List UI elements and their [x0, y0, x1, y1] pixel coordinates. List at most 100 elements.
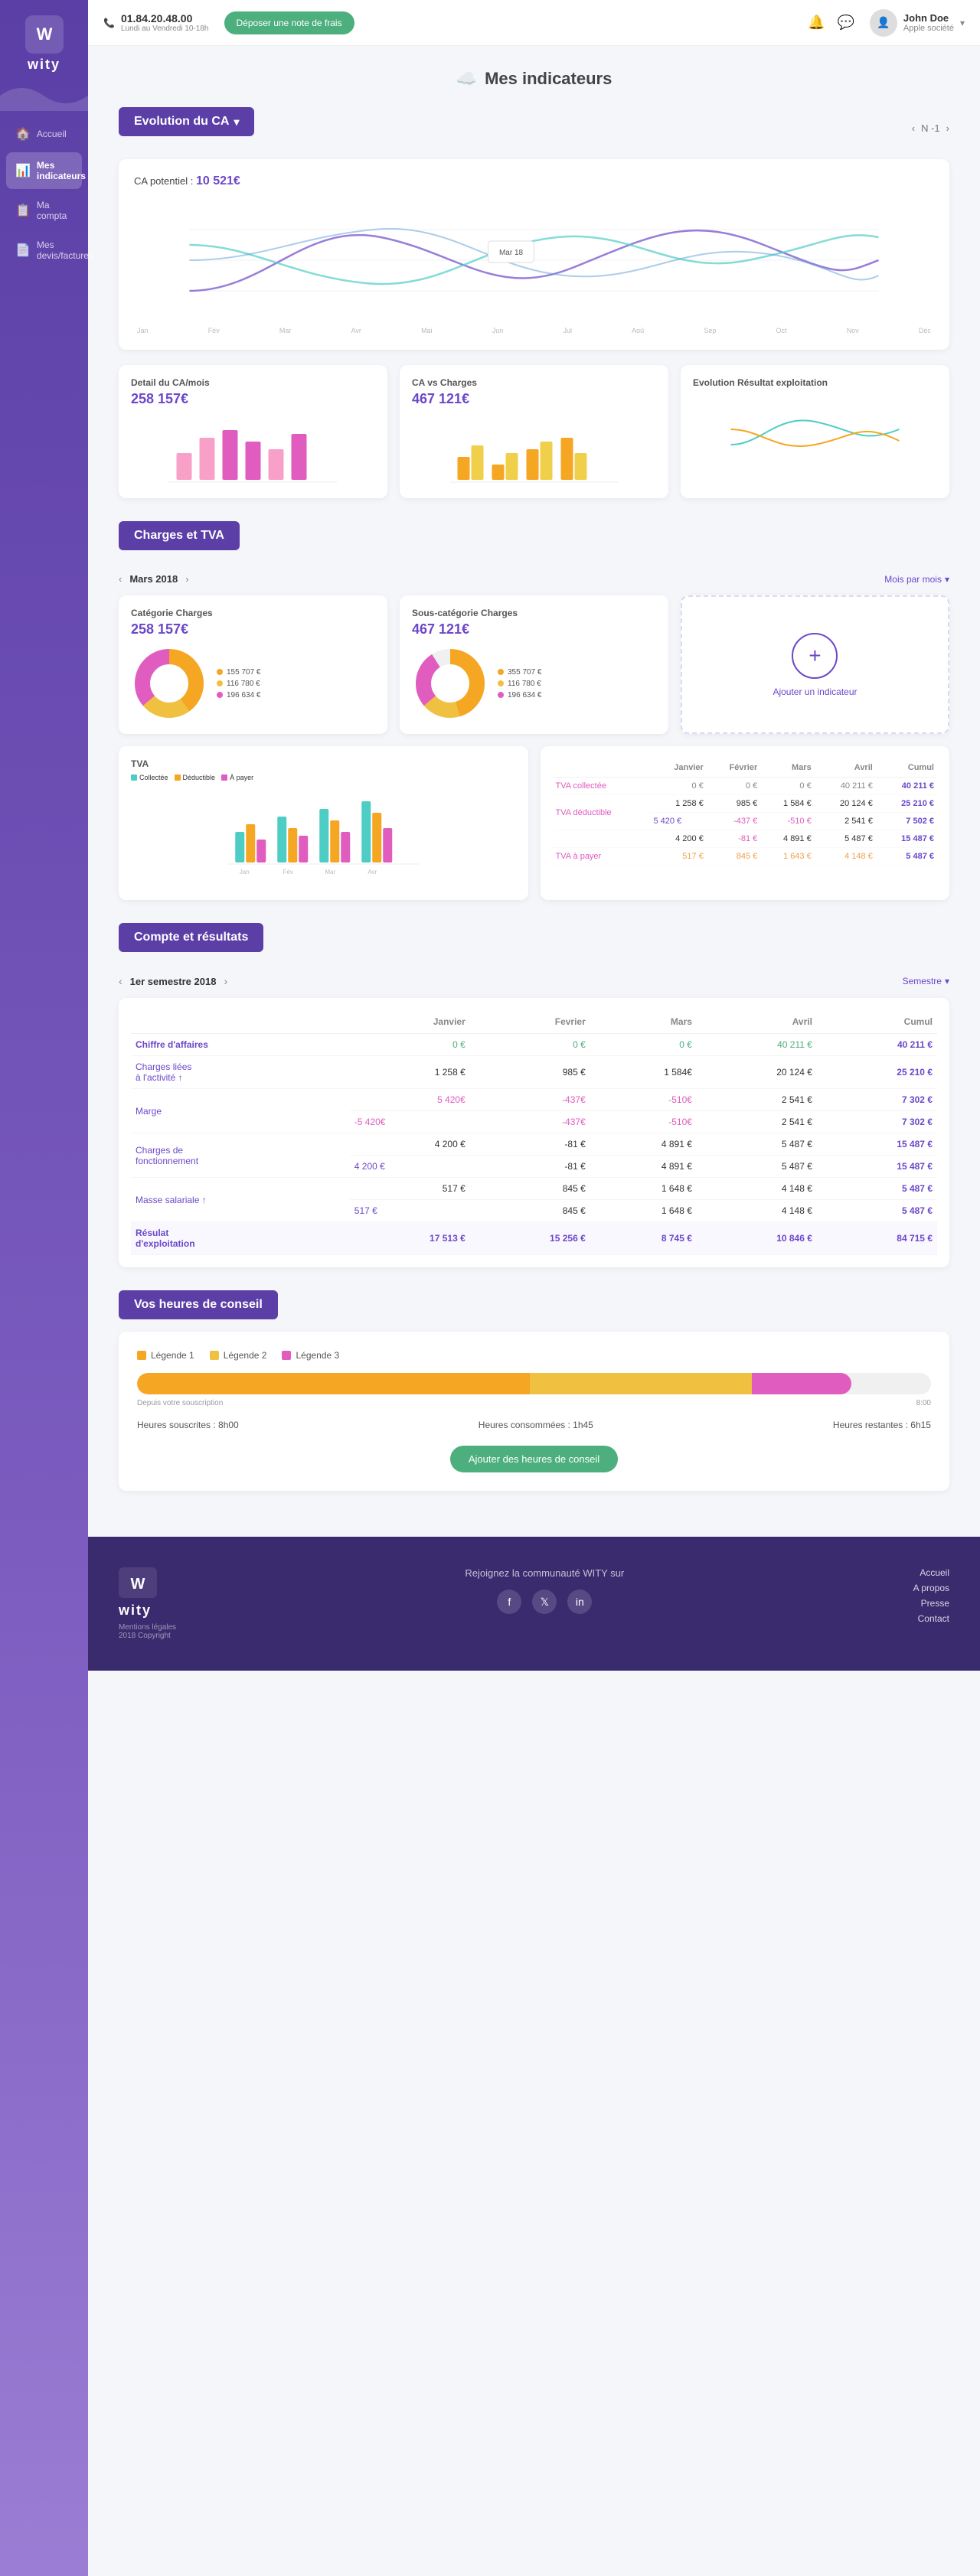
evolution-resultat-chart: [693, 399, 937, 468]
chevron-left-icon[interactable]: ‹: [119, 573, 122, 585]
categorie-donut: 155 707 € 116 780 € 196 634 €: [131, 645, 375, 722]
conseil-section: Vos heures de conseil Légende 1 Légende …: [119, 1290, 949, 1491]
bell-icon[interactable]: 🔔: [808, 15, 825, 31]
col-cumul: Cumul: [817, 1010, 937, 1034]
tva-chart-card: TVA Collectée Déductible À payer: [119, 746, 528, 900]
evolution-ca-header[interactable]: Evolution du CA ▾: [119, 107, 254, 136]
sidebar-item-label: Mes indicateurs: [37, 160, 86, 181]
add-indicator-card: + Ajouter un indicateur: [681, 595, 949, 734]
legend-item-1: Légende 1: [137, 1350, 194, 1361]
sous-categorie-donut-chart: [412, 645, 488, 722]
legend-item: 196 634 €: [217, 691, 261, 699]
tva-table-card: Janvier Février Mars Avril Cumul TVA col…: [541, 746, 950, 900]
phone-info: 📞 01.84.20.48.00 Lundi au Vendredi 10-18…: [103, 12, 209, 33]
footer-link-contact[interactable]: Contact: [913, 1613, 949, 1624]
legend-dot: [217, 680, 223, 686]
wity-logo-icon: W: [25, 15, 64, 54]
ca-potentiel-label: CA potentiel : 10 521€: [134, 174, 934, 188]
add-indicator-label: Ajouter un indicateur: [773, 686, 857, 697]
sidebar-item-indicateurs[interactable]: 📊 Mes indicateurs: [6, 152, 82, 189]
tva-row-empty: [553, 830, 651, 848]
charges-tva-header[interactable]: Charges et TVA: [119, 521, 240, 550]
detail-ca-value: 258 157€: [131, 391, 375, 407]
month-label: Mars 2018: [129, 573, 178, 585]
home-icon: 🏠: [15, 126, 31, 142]
detail-ca-title: Detail du CA/mois: [131, 377, 375, 388]
sidebar-item-devis[interactable]: 📄 Mes devis/factures: [6, 232, 82, 269]
sous-categorie-donut: 355 707 € 116 780 € 196 634 €: [412, 645, 656, 722]
compte-resultats-table: Janvier Fevrier Mars Avril Cumul Chiffre…: [131, 1010, 937, 1255]
invoice-icon: 📄: [15, 243, 31, 258]
conseil-header[interactable]: Vos heures de conseil: [119, 1290, 278, 1319]
footer-link-accueil[interactable]: Accueil: [913, 1567, 949, 1578]
add-indicator-button[interactable]: +: [792, 633, 838, 679]
table-header-row: Janvier Fevrier Mars Avril Cumul: [131, 1010, 937, 1034]
footer-community-text: Rejoignez la communauté WITY sur: [465, 1567, 624, 1579]
tva-table: Janvier Février Mars Avril Cumul TVA col…: [553, 758, 938, 866]
phone-number: 01.84.20.48.00: [121, 12, 209, 24]
tva-col-label: [553, 758, 651, 778]
sidebar-logo: W wity: [25, 0, 64, 80]
chevron-left-icon[interactable]: ‹: [119, 975, 122, 987]
footer: W wity Mentions légales2018 Copyright Re…: [88, 1537, 980, 1671]
charges-cards-row: Catégorie Charges 258 157€ 155 7: [119, 595, 949, 734]
twitter-icon[interactable]: 𝕏: [532, 1590, 557, 1614]
tva-col-mars: Mars: [760, 758, 814, 778]
footer-mentions: Mentions légales2018 Copyright: [119, 1623, 176, 1640]
topbar-icons: 🔔 💬: [808, 15, 854, 31]
legend-item: 116 780 €: [217, 680, 261, 688]
facebook-icon[interactable]: f: [497, 1590, 521, 1614]
sidebar-item-label: Accueil: [37, 129, 67, 139]
footer-logo: W wity Mentions légales2018 Copyright: [119, 1567, 176, 1640]
footer-link-presse[interactable]: Presse: [913, 1598, 949, 1609]
user-menu[interactable]: 👤 John Doe Apple société ▾: [870, 9, 965, 37]
linkedin-icon[interactable]: in: [567, 1590, 592, 1614]
legend-dot: [217, 669, 223, 675]
table-row: Masse salariale ↑ 517 € 845 € 1 648 € 4 …: [131, 1178, 937, 1200]
table-row: TVA collectée 0 € 0 € 0 € 40 211 € 40 21…: [553, 778, 938, 795]
row-resultat: Résulatd'exploitation: [131, 1222, 350, 1255]
chevron-right-icon[interactable]: ›: [946, 122, 949, 134]
chat-icon[interactable]: 💬: [838, 15, 854, 31]
conseil-legend-row: Légende 1 Légende 2 Légende 3: [137, 1350, 931, 1361]
legend-dot: [498, 692, 504, 698]
evolution-ca-chart: Mar 18: [134, 199, 934, 321]
sidebar-item-label: Mes devis/factures: [37, 240, 93, 261]
svg-text:Jan: Jan: [240, 869, 250, 876]
conseil-card: Légende 1 Légende 2 Légende 3: [119, 1332, 949, 1491]
table-row: Marge 5 420€ -437€ -510€ 2 541 € 7 302 €: [131, 1089, 937, 1111]
phone-icon: 📞: [103, 18, 115, 28]
semestre-button[interactable]: Semestre ▾: [903, 976, 949, 986]
chevron-right-icon[interactable]: ›: [224, 975, 227, 987]
footer-social-links: f 𝕏 in: [465, 1590, 624, 1614]
tva-col-janvier: Janvier: [650, 758, 706, 778]
svg-text:Mar 18: Mar 18: [499, 249, 524, 257]
legend-dot: [498, 680, 504, 686]
mois-par-mois-button[interactable]: Mois par mois ▾: [884, 574, 949, 585]
year-navigation[interactable]: ‹ N -1 ›: [912, 122, 949, 134]
avatar: 👤: [870, 9, 897, 37]
sidebar-item-compta[interactable]: 📋 Ma compta: [6, 192, 82, 229]
sidebar-item-accueil[interactable]: 🏠 Accueil: [6, 119, 82, 149]
tva-legend: Collectée Déductible À payer: [131, 774, 516, 781]
main-content: ☁️ Mes indicateurs Evolution du CA ▾ ‹ N…: [88, 0, 980, 1671]
compte-resultats-header[interactable]: Compte et résultats: [119, 923, 263, 952]
deposit-note-button[interactable]: Déposer une note de frais: [224, 11, 354, 34]
chevron-left-icon[interactable]: ‹: [912, 122, 915, 134]
table-row: TVA déductible 1 258 € 985 € 1 584 € 20 …: [553, 795, 938, 813]
legend-item: 155 707 €: [217, 668, 261, 677]
table-row: TVA à payer 517 € 845 € 1 643 € 4 148 € …: [553, 848, 938, 866]
phone-hours: Lundi au Vendredi 10-18h: [121, 24, 209, 33]
footer-link-apropos[interactable]: A propos: [913, 1583, 949, 1593]
legend-color-2: [210, 1351, 219, 1360]
charges-tva-subheader: Charges et TVA: [119, 521, 949, 562]
tva-col-cumul: Cumul: [876, 758, 937, 778]
footer-logo-text: wity: [119, 1603, 176, 1619]
tva-chart-title: TVA: [131, 758, 516, 769]
col-janvier: Janvier: [350, 1010, 470, 1034]
add-heures-button[interactable]: Ajouter des heures de conseil: [450, 1446, 618, 1472]
table-row: Charges liéesà l'activité ↑ 1 258 € 985 …: [131, 1056, 937, 1089]
user-company: Apple société: [903, 24, 954, 33]
chevron-right-icon[interactable]: ›: [185, 573, 188, 585]
charges-controls: ‹ Mars 2018 › Mois par mois ▾: [119, 573, 949, 585]
